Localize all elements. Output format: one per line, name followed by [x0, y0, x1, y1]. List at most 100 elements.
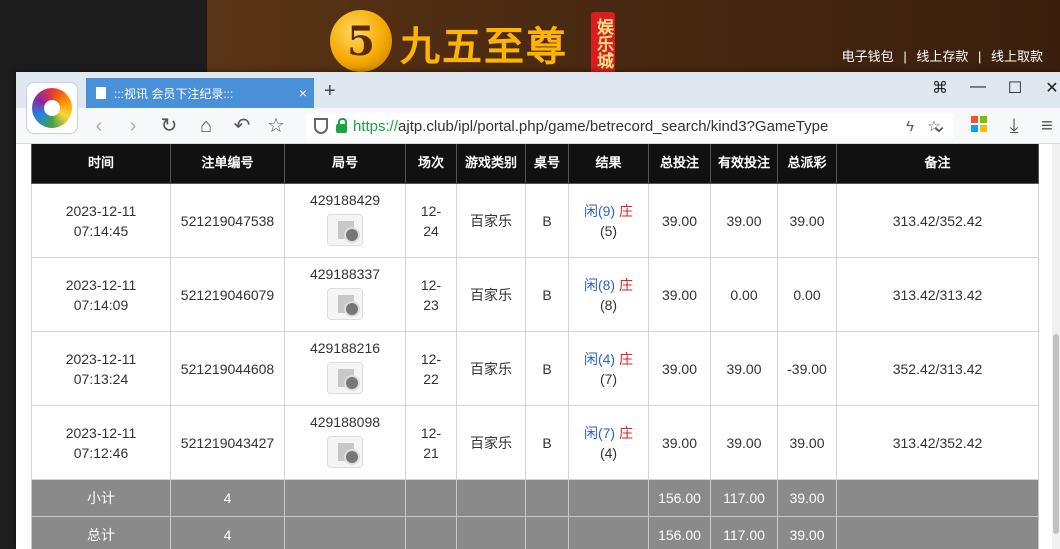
header-session: 场次	[405, 144, 457, 184]
total-row: 总计 4 156.00 117.00 39.00	[31, 516, 1039, 549]
subtotal-valid-bet: 117.00	[710, 479, 778, 517]
time-clock: 07:12:46	[73, 444, 129, 461]
site-banner: 5 九五至尊 娱乐城 电子钱包 | 线上存款 | 线上取款	[0, 0, 1060, 80]
link-wallet[interactable]: 电子钱包	[842, 49, 894, 64]
video-replay-icon[interactable]	[327, 214, 363, 246]
brand-logo-icon: 5	[330, 10, 392, 72]
cell-round-no: 429188429	[284, 183, 406, 258]
home-icon[interactable]: ⌂	[193, 113, 219, 139]
lightning-icon[interactable]: ϟ	[898, 118, 922, 135]
cell-result: 闲(4) 庄 (7)	[568, 331, 649, 406]
result-player: 闲(9)	[583, 202, 616, 219]
cell-result: 闲(7) 庄 (4)	[568, 405, 649, 480]
cell-session: 12- 24	[405, 183, 457, 258]
undo-icon[interactable]: ↶	[229, 113, 255, 139]
cell-order-no: 521219046079	[170, 257, 285, 332]
result-player: 闲(4)	[583, 350, 616, 367]
cell-payout: -39.00	[777, 331, 837, 406]
forward-icon[interactable]: ›	[120, 113, 146, 139]
subtotal-label: 小计	[31, 479, 171, 517]
shield-icon[interactable]	[314, 118, 328, 134]
time-clock: 07:14:45	[73, 222, 129, 239]
result-banker: 庄	[619, 350, 633, 367]
empty-cell	[568, 516, 649, 549]
url-text: ajtp.club/ipl/portal.php/game/betrecord_…	[398, 117, 829, 135]
menu-icon[interactable]: ≡	[1034, 113, 1060, 139]
maximize-button[interactable]: ☐	[1003, 78, 1027, 98]
subtotal-count: 4	[170, 479, 285, 517]
round-no: 429188337	[309, 266, 381, 282]
result-banker-value: (4)	[599, 444, 618, 461]
brand-name: 九五至尊	[400, 23, 568, 70]
back-icon[interactable]: ‹	[86, 113, 112, 139]
close-window-button[interactable]: ✕	[1040, 78, 1060, 98]
new-tab-button[interactable]: +	[324, 80, 336, 103]
lock-icon	[336, 117, 347, 133]
session-part-b: 22	[423, 370, 439, 387]
cell-remark: 313.42/352.42	[836, 183, 1039, 258]
browser-tab[interactable]: :::视讯 会员下注纪录::: ×	[86, 78, 314, 108]
cell-valid-bet: 39.00	[710, 331, 778, 406]
header-result: 结果	[568, 144, 649, 184]
cell-table-no: B	[525, 183, 569, 258]
result-banker-value: (8)	[599, 296, 618, 313]
cell-session: 12- 21	[405, 405, 457, 480]
time-clock: 07:13:24	[73, 370, 129, 387]
header-payout: 总派彩	[777, 144, 837, 184]
cell-remark: 352.42/313.42	[836, 331, 1039, 406]
browser-logo-icon[interactable]	[26, 82, 78, 134]
session-part-a: 12-	[420, 350, 442, 367]
chevron-down-icon[interactable]: ⌄	[926, 113, 952, 139]
download-icon[interactable]: ⤓	[1001, 113, 1027, 139]
scrollbar-thumb[interactable]	[1053, 334, 1059, 534]
apps-grid-icon[interactable]	[966, 113, 992, 139]
cell-total-bet: 39.00	[648, 257, 711, 332]
reload-icon[interactable]: ↻	[156, 113, 182, 139]
cell-game-type: 百家乐	[456, 331, 526, 406]
time-date: 2023-12-11	[65, 424, 137, 441]
vertical-scrollbar[interactable]	[1052, 144, 1060, 549]
link-withdraw[interactable]: 线上取款	[991, 49, 1043, 64]
subtotal-payout: 39.00	[777, 479, 837, 517]
cell-valid-bet: 39.00	[710, 183, 778, 258]
empty-cell	[836, 479, 1039, 517]
video-replay-icon[interactable]	[327, 362, 363, 394]
cell-game-type: 百家乐	[456, 405, 526, 480]
bookmark-star-icon[interactable]: ☆	[263, 113, 289, 139]
empty-cell	[456, 479, 526, 517]
session-part-b: 24	[423, 222, 439, 239]
cell-payout: 39.00	[777, 183, 837, 258]
cell-remark: 313.42/313.42	[836, 257, 1039, 332]
page-content: 时间 注单编号 局号 场次 游戏类别 桌号 结果 总投注 有效投注 总派彩 备注…	[16, 144, 1060, 549]
cell-round-no: 429188098	[284, 405, 406, 480]
result-player: 闲(7)	[583, 424, 616, 441]
empty-cell	[405, 516, 457, 549]
table-row: 2023-12-11 07:13:24 521219044608 42918821…	[31, 331, 1039, 406]
result-banker: 庄	[619, 202, 633, 219]
link-deposit[interactable]: 线上存款	[916, 49, 968, 64]
cell-total-bet: 39.00	[648, 331, 711, 406]
result-banker: 庄	[619, 276, 633, 293]
site-nav-links: 电子钱包 | 线上存款 | 线上取款	[839, 46, 1046, 65]
result-banker-value: (7)	[599, 370, 618, 387]
cell-time: 2023-12-11 07:14:09	[31, 257, 171, 332]
empty-cell	[456, 516, 526, 549]
table-row: 2023-12-11 07:12:46 521219043427 42918809…	[31, 405, 1039, 480]
header-round-no: 局号	[284, 144, 406, 184]
tab-close-button[interactable]: ×	[292, 85, 314, 101]
address-bar[interactable]: https:// ajtp.club/ipl/portal.php/game/b…	[306, 113, 954, 139]
video-replay-icon[interactable]	[327, 436, 363, 468]
cell-table-no: B	[525, 257, 569, 332]
cell-game-type: 百家乐	[456, 257, 526, 332]
cell-order-no: 521219047538	[170, 183, 285, 258]
empty-cell	[405, 479, 457, 517]
video-replay-icon[interactable]	[327, 288, 363, 320]
cell-payout: 39.00	[777, 405, 837, 480]
cell-table-no: B	[525, 331, 569, 406]
result-player: 闲(8)	[583, 276, 616, 293]
shirt-skin-icon[interactable]: ⌘	[928, 78, 952, 98]
minimize-button[interactable]: —	[966, 78, 990, 96]
cell-total-bet: 39.00	[648, 405, 711, 480]
cell-result: 闲(8) 庄 (8)	[568, 257, 649, 332]
session-part-b: 21	[423, 444, 439, 461]
